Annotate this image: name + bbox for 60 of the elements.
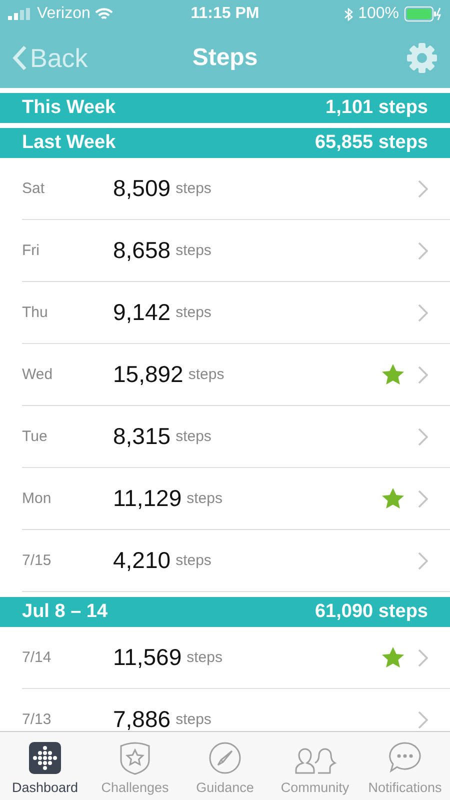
- week-total: 61,090 steps: [314, 601, 428, 623]
- screen-title: Steps: [192, 44, 258, 71]
- tab-item[interactable]: Guidance: [180, 732, 270, 800]
- steps-unit: steps: [176, 711, 212, 728]
- chevron-icon[interactable]: [418, 648, 428, 666]
- week-title: Jul 8 – 14: [22, 601, 108, 623]
- chevron-icon[interactable]: [418, 366, 428, 384]
- day-label: Thu: [22, 304, 49, 321]
- dots-logo-icon: [27, 740, 63, 776]
- settings-icon[interactable]: [406, 42, 438, 74]
- tab-item[interactable]: Community: [270, 732, 360, 800]
- chevron-icon[interactable]: [418, 428, 428, 446]
- tab-item[interactable]: Dashboard: [0, 732, 90, 800]
- steps-unit: steps: [176, 180, 212, 197]
- step-count: 4,210: [113, 547, 171, 574]
- steps-unit: steps: [176, 552, 212, 569]
- chevron-icon[interactable]: [418, 552, 428, 570]
- tab-item[interactable]: Notifications: [360, 732, 450, 800]
- steps-unit: steps: [176, 304, 212, 321]
- step-count: 11,569: [113, 644, 182, 671]
- day-label: Tue: [22, 428, 48, 445]
- step-count: 15,892: [113, 361, 184, 388]
- steps-unit: steps: [186, 490, 222, 507]
- day-label: 7/15: [22, 552, 52, 569]
- day-label: Sat: [22, 180, 46, 197]
- week-total: 1,101 steps: [326, 97, 428, 119]
- signal-icon: [8, 8, 32, 20]
- day-label: Mon: [22, 490, 52, 507]
- step-count: 7,886: [113, 706, 171, 731]
- chevron-icon[interactable]: [418, 710, 428, 728]
- week-total: 65,855 steps: [314, 132, 428, 154]
- week-title: This Week: [22, 97, 116, 119]
- carrier-name: Verizon: [37, 5, 90, 23]
- compass-icon: [207, 740, 243, 776]
- chevron-icon[interactable]: [418, 490, 428, 508]
- back-chevron-icon: [12, 45, 28, 71]
- step-count: 11,129: [113, 485, 182, 512]
- steps-unit: steps: [176, 428, 212, 445]
- battery-icon: [404, 6, 442, 22]
- wifi-icon: [95, 8, 114, 20]
- steps-unit: steps: [186, 649, 222, 666]
- back-button[interactable]: Back: [12, 42, 88, 74]
- bluetooth-icon: [344, 6, 354, 22]
- step-count: 9,142: [113, 299, 171, 326]
- step-count: 8,315: [113, 423, 171, 450]
- chevron-icon[interactable]: [418, 304, 428, 322]
- battery-percent: 100%: [358, 5, 400, 23]
- chevron-icon[interactable]: [418, 180, 428, 198]
- day-label: 7/14: [22, 649, 52, 666]
- day-label: 7/13: [22, 711, 52, 728]
- step-count: 8,509: [113, 175, 171, 202]
- day-label: Wed: [22, 366, 54, 383]
- tab-item[interactable]: Challenges: [90, 732, 180, 800]
- week-title: Last Week: [22, 132, 116, 154]
- chevron-icon[interactable]: [418, 242, 428, 260]
- steps-unit: steps: [176, 242, 212, 259]
- status-time: 11:15 PM: [190, 5, 260, 23]
- steps-unit: steps: [188, 366, 224, 383]
- day-label: Fri: [22, 242, 40, 259]
- step-count: 8,658: [113, 237, 171, 264]
